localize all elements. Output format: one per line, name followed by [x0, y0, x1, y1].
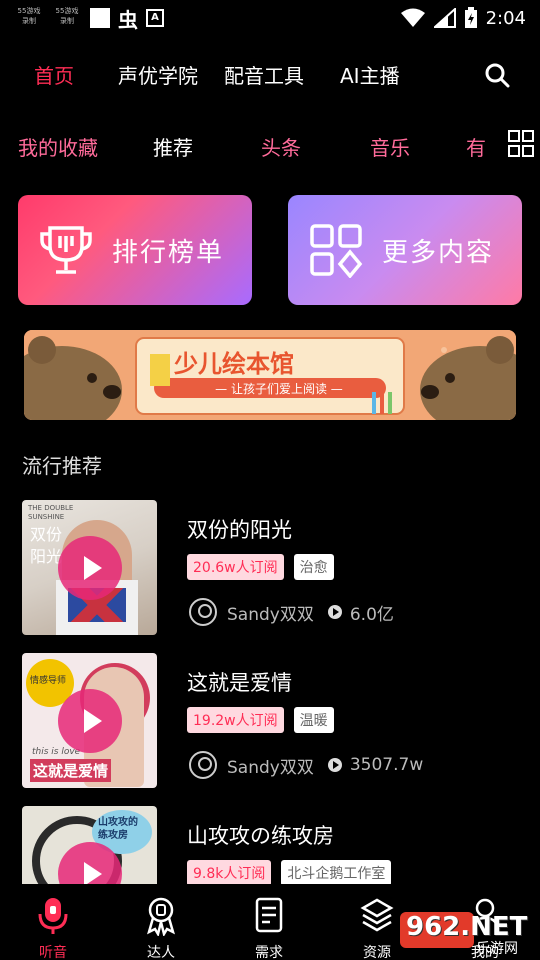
nav-talent[interactable]: 达人	[126, 896, 196, 960]
cover-text: SUNSHINE	[28, 513, 65, 521]
document-icon	[255, 897, 283, 933]
nav-demand-label: 需求	[255, 945, 283, 960]
genre-tag[interactable]: 治愈	[293, 554, 334, 580]
genre-tag[interactable]: 温暖	[293, 707, 334, 733]
category-recommend[interactable]: 推荐	[153, 132, 193, 161]
genre-tag[interactable]: 北斗企鹅工作室	[281, 860, 392, 884]
list-item[interactable]: THE DOUBLE SUNSHINE 双份 阳光 双份的阳光 20.6w人订阅…	[22, 500, 522, 636]
cover-text: 情感导师	[30, 676, 67, 686]
clock: 2:04	[485, 7, 526, 29]
category-music[interactable]: 音乐	[370, 132, 410, 161]
section-title-popular: 流行推荐	[22, 454, 102, 478]
user-icon	[189, 598, 217, 626]
bug-icon: 虫	[118, 7, 138, 32]
author-name[interactable]: Sandy双双	[227, 753, 314, 778]
more-content-card-label: 更多内容	[382, 237, 495, 268]
category-headlines[interactable]: 头条	[261, 132, 301, 161]
play-button[interactable]	[58, 689, 122, 753]
nav-listen-label: 听音	[39, 945, 67, 960]
nav-talent-label: 达人	[147, 945, 175, 960]
ranking-card[interactable]: 排行榜单	[18, 195, 252, 305]
album-cover[interactable]: THE DOUBLE SUNSHINE 双份 阳光	[22, 500, 157, 635]
album-cover[interactable]: 情感导师 this is love 这就是爱情	[22, 653, 157, 788]
cover-text: 这就是爱情	[30, 759, 112, 782]
tab-ai-anchor[interactable]: AI主播	[340, 60, 400, 89]
cover-text: 双份 阳光	[30, 525, 63, 566]
tab-dubbing-tools[interactable]: 配音工具	[224, 60, 304, 89]
subscriber-badge: 9.8k人订阅	[187, 860, 272, 884]
status-bar: 55游戏 录制 55游戏 录制 虫 A 2:04	[0, 0, 540, 36]
banner-title: 少儿绘本馆	[174, 350, 294, 378]
list-item[interactable]: 山攻攻的 练攻房 山攻攻の练攻房 9.8k人订阅 北斗企鹅工作室	[22, 806, 522, 884]
album-cover[interactable]: 山攻攻的 练攻房	[22, 806, 157, 884]
microphone-icon	[38, 898, 68, 934]
item-title[interactable]: 双份的阳光	[187, 514, 292, 544]
item-title[interactable]: 这就是爱情	[187, 667, 292, 697]
cover-text: THE DOUBLE	[28, 504, 74, 512]
notification-icon	[90, 8, 110, 28]
list-item[interactable]: 情感导师 this is love 这就是爱情 这就是爱情 19.2w人订阅 温…	[22, 653, 522, 789]
a-icon: A	[146, 9, 164, 27]
signal-icon	[433, 8, 456, 28]
layers-icon	[360, 898, 394, 932]
medal-icon	[147, 897, 175, 938]
banner-ad[interactable]: 少儿绘本馆 — 让孩子们爱上阅读 —	[24, 330, 516, 420]
cover-text: 山攻攻的 练攻房	[98, 817, 138, 841]
top-nav: 首页 声优学院 配音工具 AI主播	[0, 52, 540, 96]
subscriber-badge: 19.2w人订阅	[187, 707, 284, 733]
category-grid-icon[interactable]	[508, 130, 534, 158]
more-content-card[interactable]: 更多内容	[288, 195, 522, 305]
category-favorites[interactable]: 我的收藏	[18, 132, 98, 161]
tab-home[interactable]: 首页	[34, 60, 74, 89]
search-icon[interactable]	[482, 60, 512, 90]
subscriber-badge: 20.6w人订阅	[187, 554, 284, 580]
nav-demand[interactable]: 需求	[234, 896, 304, 960]
banner-subtitle: — 让孩子们爱上阅读 —	[215, 382, 343, 396]
play-count: 3507.7w	[349, 755, 424, 775]
play-count: 6.0亿	[349, 604, 394, 625]
recorder-badge: 55游戏 录制	[55, 7, 79, 25]
ranking-card-label: 排行榜单	[112, 237, 225, 268]
tab-voice-academy[interactable]: 声优学院	[118, 60, 198, 89]
apps-icon	[310, 224, 363, 278]
watermark-sub: 乐游网	[476, 941, 518, 957]
category-tabs: 我的收藏 推荐 头条 音乐 有	[0, 128, 540, 164]
play-button[interactable]	[58, 536, 122, 600]
user-icon	[189, 751, 217, 779]
nav-listen[interactable]: 听音	[18, 896, 88, 960]
item-title[interactable]: 山攻攻の练攻房	[187, 820, 334, 850]
play-count-icon	[327, 758, 342, 772]
battery-icon	[464, 7, 477, 28]
trophy-icon	[40, 226, 92, 274]
category-more[interactable]: 有	[466, 132, 486, 161]
watermark-logo: 962.NET 乐游网	[398, 902, 538, 958]
wifi-icon	[400, 8, 425, 27]
recorder-badge: 55游戏 录制	[17, 7, 41, 25]
author-name[interactable]: Sandy双双	[227, 600, 314, 625]
play-count-icon	[327, 605, 342, 619]
